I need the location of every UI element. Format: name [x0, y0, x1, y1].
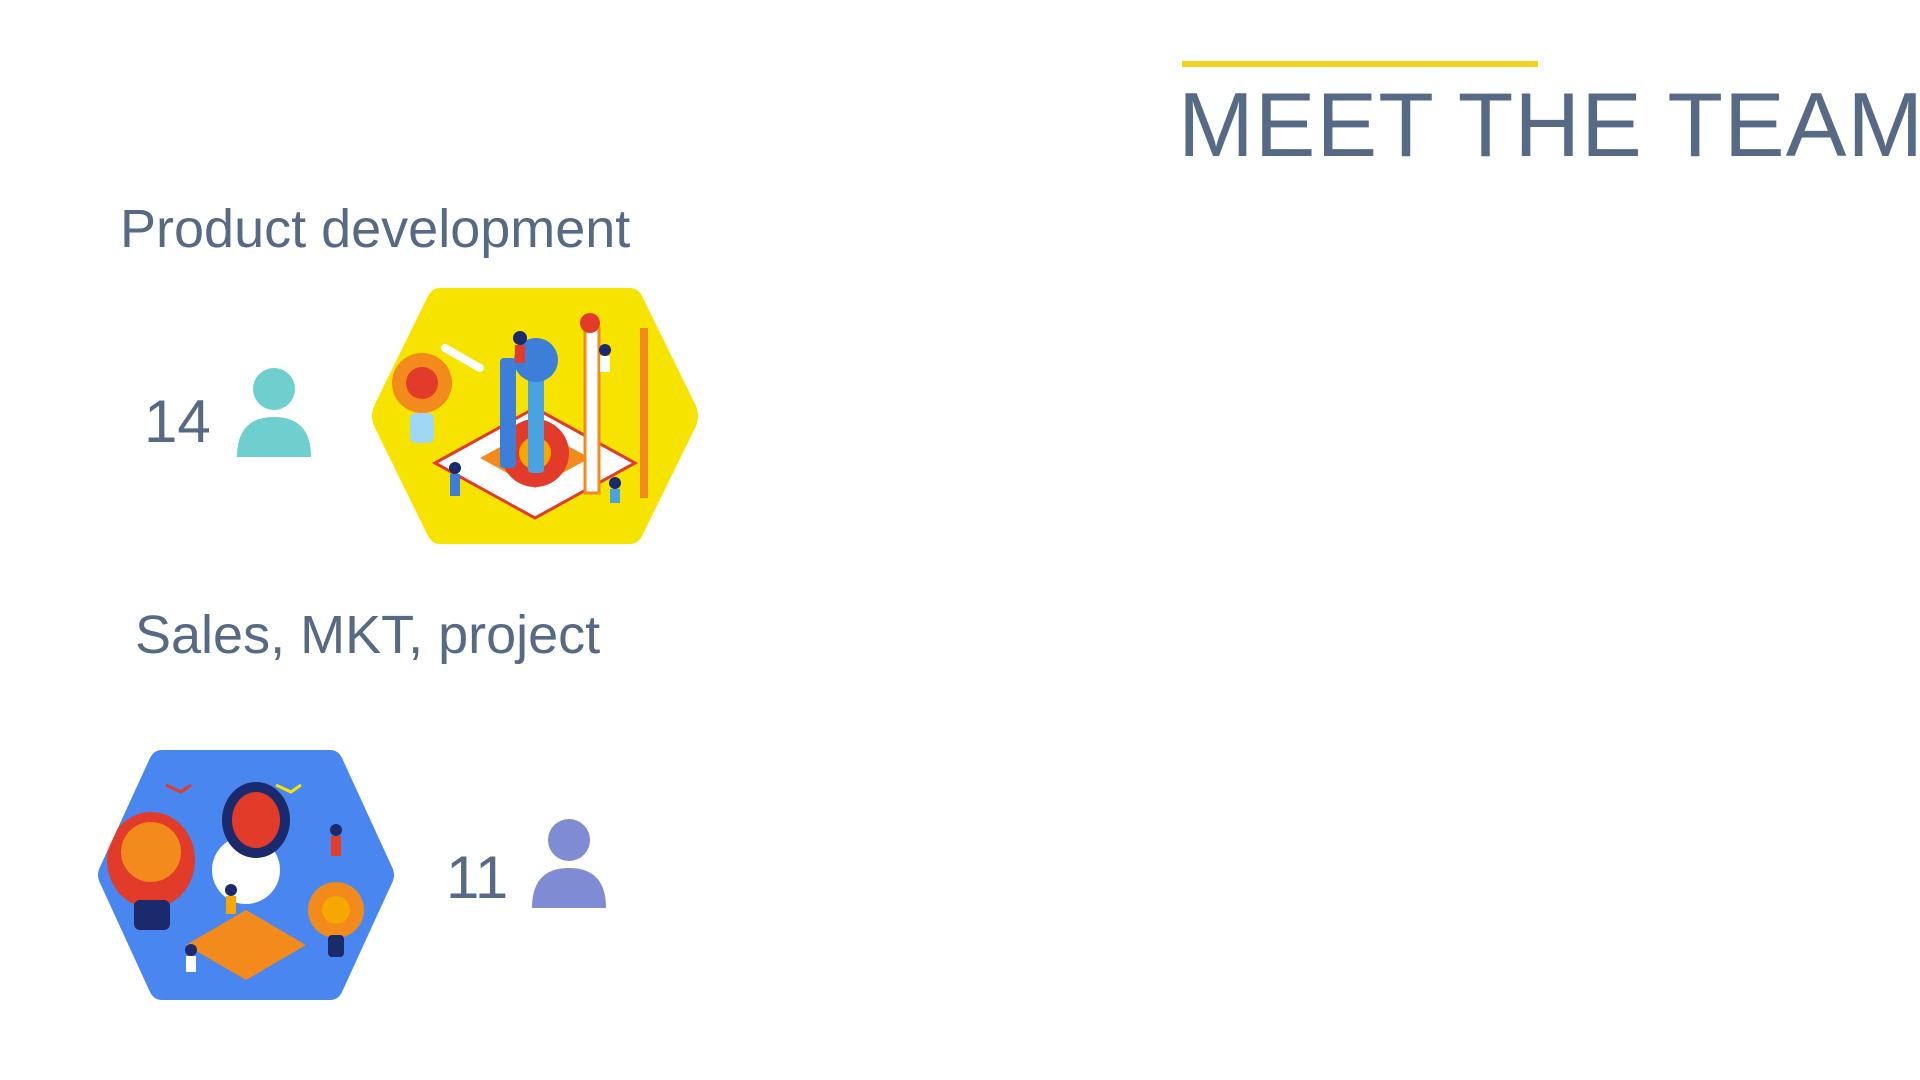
team-title-product-development: Product development — [120, 199, 631, 259]
team-title-sales-mkt-project: Sales, MKT, project — [135, 605, 601, 665]
title-accent-bar — [1182, 61, 1538, 67]
sales-marketing-illustration — [96, 750, 396, 1005]
person-icon — [530, 818, 608, 913]
team-member-count: 11 — [446, 844, 509, 911]
person-icon — [235, 367, 313, 462]
team-member-count: 14 — [144, 388, 211, 455]
page-title: MEET THE TEAM — [1178, 75, 1920, 176]
product-development-illustration — [370, 288, 700, 549]
